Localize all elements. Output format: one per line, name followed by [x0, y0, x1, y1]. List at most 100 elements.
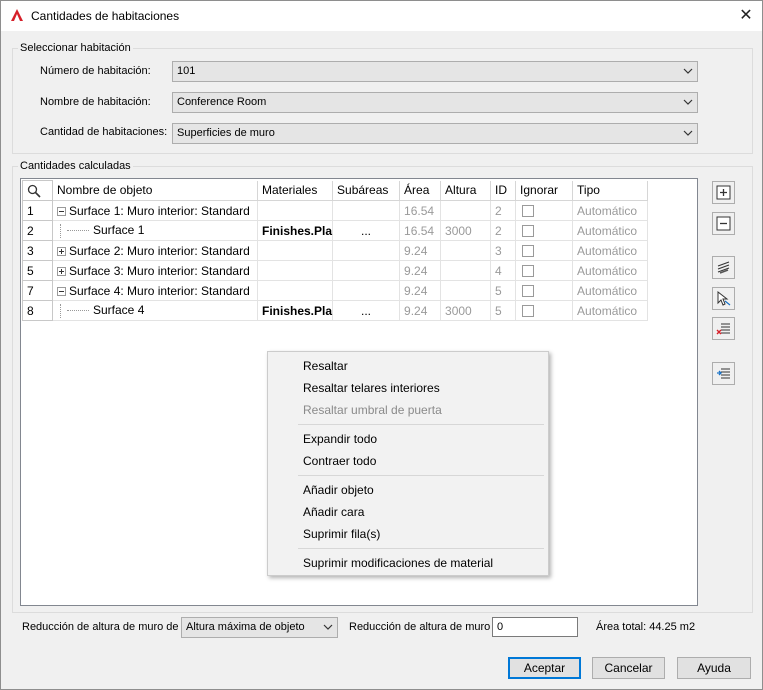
collapse-all-icon — [716, 216, 731, 231]
row-material[interactable]: Finishes.Pla — [257, 220, 334, 241]
dialog-window: Cantidades de habitaciones ✕ Seleccionar… — [0, 0, 763, 690]
expand-icon[interactable] — [57, 246, 66, 256]
ignore-checkbox[interactable] — [522, 245, 535, 258]
grid-search-cell[interactable] — [22, 180, 53, 201]
row-id: 3 — [490, 240, 517, 261]
context-menu: Resaltar Resaltar telares interiores Res… — [267, 351, 549, 576]
row-material[interactable] — [257, 280, 334, 301]
row-subareas[interactable]: ... — [332, 300, 401, 321]
reduction-from-label: Reducción de altura de muro de — [22, 621, 179, 633]
row-number[interactable]: 5 — [22, 260, 53, 281]
chevron-down-icon — [683, 130, 693, 136]
row-number[interactable]: 1 — [22, 200, 53, 221]
expand-all-button[interactable] — [712, 181, 735, 204]
row-name: Surface 1: Muro interior: Standard — [69, 203, 250, 218]
row-height — [440, 260, 492, 281]
delete-material-mods-button[interactable] — [712, 362, 735, 385]
table-row[interactable]: 3 Surface 2: Muro interior: Standard 9.2… — [22, 240, 649, 261]
reduction-from-dropdown[interactable]: Altura máxima de objeto — [181, 617, 338, 638]
row-name: Surface 4 — [93, 303, 145, 318]
ignore-checkbox[interactable] — [522, 305, 535, 318]
autocad-app-icon — [11, 9, 23, 21]
menu-item-collapse-all[interactable]: Contraer todo — [303, 454, 376, 468]
expand-all-icon — [716, 185, 731, 200]
menu-item-expand-all[interactable]: Expandir todo — [303, 432, 377, 446]
table-row[interactable]: 2 Surface 1 Finishes.Pla ... 16.54 3000 … — [22, 220, 649, 241]
row-subareas[interactable] — [332, 260, 401, 281]
collapse-all-button[interactable] — [712, 212, 735, 235]
accept-button[interactable]: Aceptar — [508, 657, 581, 679]
highlight-wall-icon — [717, 261, 730, 274]
row-height: 3000 — [440, 300, 492, 321]
row-subareas[interactable]: ... — [332, 220, 401, 241]
menu-item-delete-rows[interactable]: Suprimir fila(s) — [303, 527, 380, 541]
menu-separator — [298, 475, 544, 476]
chevron-down-icon — [683, 99, 693, 105]
row-material[interactable] — [257, 260, 334, 281]
menu-item-add-object[interactable]: Añadir objeto — [303, 483, 374, 497]
col-area[interactable]: Área — [399, 180, 442, 201]
row-area: 9.24 — [399, 240, 442, 261]
row-height: 3000 — [440, 220, 492, 241]
row-material[interactable]: Finishes.Pla — [257, 300, 334, 321]
row-height — [440, 240, 492, 261]
room-name-dropdown[interactable]: Conference Room — [172, 92, 698, 113]
table-row[interactable]: 8 Surface 4 Finishes.Pla ... 9.24 3000 5… — [22, 300, 649, 321]
collapse-icon[interactable] — [57, 206, 66, 216]
row-subareas[interactable] — [332, 200, 401, 221]
row-area: 9.24 — [399, 260, 442, 281]
room-number-dropdown[interactable]: 101 — [172, 61, 698, 82]
cancel-button[interactable]: Cancelar — [592, 657, 665, 679]
row-material[interactable] — [257, 200, 334, 221]
col-object-name[interactable]: Nombre de objeto — [52, 180, 258, 201]
row-number[interactable]: 7 — [22, 280, 53, 301]
delete-rows-button[interactable] — [712, 317, 735, 340]
table-row[interactable]: 1 Surface 1: Muro interior: Standard 16.… — [22, 200, 649, 221]
room-qty-dropdown[interactable]: Superficies de muro — [172, 123, 698, 144]
row-height — [440, 200, 492, 221]
col-type[interactable]: Tipo — [572, 180, 649, 201]
grid-header-row: Nombre de objeto Materiales Subáreas Áre… — [22, 180, 649, 201]
reduction-input[interactable]: 0 — [492, 617, 578, 637]
ignore-checkbox[interactable] — [522, 265, 535, 278]
room-name-value: Conference Room — [177, 96, 267, 108]
menu-item-highlight-interior[interactable]: Resaltar telares interiores — [303, 381, 440, 395]
col-id[interactable]: ID — [490, 180, 517, 201]
chevron-down-icon — [323, 624, 333, 630]
add-object-button[interactable] — [712, 287, 735, 310]
menu-item-highlight[interactable]: Resaltar — [303, 359, 348, 373]
ignore-checkbox[interactable] — [522, 205, 535, 218]
chevron-down-icon — [683, 68, 693, 74]
row-material[interactable] — [257, 240, 334, 261]
select-object-icon — [717, 291, 731, 306]
menu-item-add-face[interactable]: Añadir cara — [303, 505, 364, 519]
help-button[interactable]: Ayuda — [677, 657, 751, 679]
room-name-label: Nombre de habitación: — [40, 96, 151, 108]
row-subareas[interactable] — [332, 280, 401, 301]
ignore-checkbox[interactable] — [522, 285, 535, 298]
row-number[interactable]: 3 — [22, 240, 53, 261]
table-row[interactable]: 7 Surface 4: Muro interior: Standard 9.2… — [22, 280, 649, 301]
col-subareas[interactable]: Subáreas — [332, 180, 401, 201]
room-qty-value: Superficies de muro — [177, 127, 275, 139]
room-qty-label: Cantidad de habitaciones: — [40, 126, 168, 138]
highlight-button[interactable] — [712, 256, 735, 279]
col-materials[interactable]: Materiales — [257, 180, 334, 201]
collapse-icon[interactable] — [57, 286, 66, 296]
calculated-legend: Cantidades calculadas — [18, 160, 133, 172]
expand-icon[interactable] — [57, 266, 66, 276]
delete-rows-icon — [716, 323, 730, 335]
select-room-legend: Seleccionar habitación — [18, 42, 133, 54]
row-subareas[interactable] — [332, 240, 401, 261]
menu-item-delete-material-mods[interactable]: Suprimir modificaciones de material — [303, 556, 493, 570]
col-ignore[interactable]: Ignorar — [515, 180, 574, 201]
table-row[interactable]: 5 Surface 3: Muro interior: Standard 9.2… — [22, 260, 649, 281]
ignore-checkbox[interactable] — [522, 225, 535, 238]
row-number[interactable]: 2 — [22, 220, 53, 241]
row-name: Surface 1 — [93, 223, 145, 238]
row-area: 16.54 — [399, 200, 442, 221]
close-icon[interactable]: ✕ — [735, 6, 757, 26]
reduction-label: Reducción de altura de muro — [349, 621, 491, 633]
col-height[interactable]: Altura — [440, 180, 492, 201]
row-number[interactable]: 8 — [22, 300, 53, 321]
